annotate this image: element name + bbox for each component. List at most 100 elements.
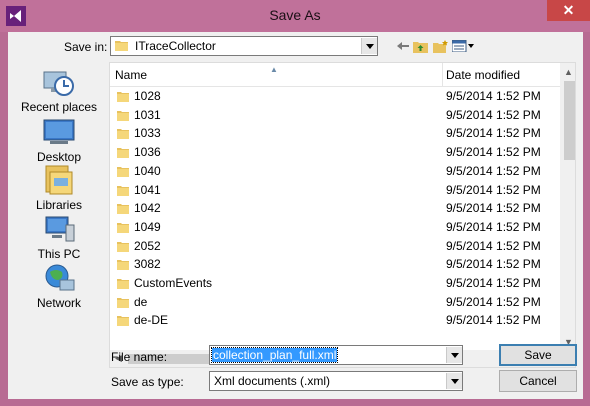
save-button[interactable]: Save [499, 344, 577, 366]
recent-places-icon [43, 71, 74, 96]
file-row[interactable]: 1040 9/5/2014 1:52 PM [110, 162, 560, 181]
column-header-name[interactable]: Name [115, 68, 147, 82]
new-folder-icon[interactable] [432, 38, 448, 54]
folder-icon [117, 260, 129, 271]
dialog-toolbar [396, 38, 476, 54]
file-name: 1041 [134, 182, 161, 197]
file-name: 1036 [134, 145, 161, 160]
folder-icon [117, 222, 129, 233]
view-menu-icon[interactable] [452, 38, 474, 54]
file-name: de [134, 294, 148, 309]
place-label: Recent places [20, 100, 98, 114]
place-network[interactable]: Network [11, 262, 107, 310]
place-this-pc[interactable]: This PC [11, 213, 107, 261]
place-label: Network [36, 296, 81, 310]
title-bar[interactable]: Save As ✕ [0, 0, 590, 32]
folder-icon [117, 185, 129, 196]
close-icon: ✕ [562, 2, 575, 18]
file-row[interactable]: 3082 9/5/2014 1:52 PM [110, 255, 560, 274]
chevron-down-icon [450, 352, 459, 358]
place-recent-places[interactable]: Recent places [11, 66, 107, 114]
file-row[interactable]: 1028 9/5/2014 1:52 PM [110, 87, 560, 106]
file-name: 1040 [134, 163, 161, 178]
file-rows: 1028 9/5/2014 1:52 PM 1031 9/5/2014 1:52 PM… [110, 87, 560, 349]
file-name-label: File name: [111, 350, 168, 364]
save-in-dropdown[interactable]: ITraceCollector [110, 36, 378, 56]
file-row[interactable]: CustomEvents 9/5/2014 1:52 PM [110, 274, 560, 293]
file-name: CustomEvents [134, 276, 213, 290]
network-icon [45, 264, 75, 291]
column-divider[interactable] [442, 63, 443, 87]
save-as-type-dropdown-button[interactable] [446, 373, 462, 389]
file-row[interactable]: 1041 9/5/2014 1:52 PM [110, 181, 560, 200]
file-list[interactable]: ▲ Name Date modified 1028 9/5/2014 1:52 P… [109, 62, 576, 368]
column-header-date-modified[interactable]: Date modified [446, 68, 520, 82]
scroll-up-icon[interactable]: ▲ [560, 63, 575, 80]
file-row[interactable]: 1036 9/5/2014 1:52 PM [110, 143, 560, 162]
file-row[interactable]: 1049 9/5/2014 1:52 PM [110, 218, 560, 237]
column-header: ▲ Name Date modified [110, 63, 560, 87]
folder-icon [117, 166, 129, 177]
scrollbar-thumb[interactable] [564, 81, 575, 160]
sort-ascending-icon: ▲ [270, 65, 278, 74]
place-label: Desktop [36, 150, 82, 164]
file-date-modified: 9/5/2014 1:52 PM [446, 89, 541, 103]
file-date-modified: 9/5/2014 1:52 PM [446, 201, 541, 216]
file-date-modified: 9/5/2014 1:52 PM [446, 238, 541, 253]
cancel-button[interactable]: Cancel [499, 370, 577, 392]
file-row[interactable]: 1033 9/5/2014 1:52 PM [110, 124, 560, 143]
places-bar: Recent places Desktop Libraries This PC … [11, 60, 107, 350]
folder-icon [115, 41, 128, 51]
file-date-modified: 9/5/2014 1:52 PM [446, 107, 541, 122]
file-date-modified: 9/5/2014 1:52 PM [446, 163, 541, 178]
file-name-value[interactable]: collection_plan_full.xml [210, 347, 339, 363]
folder-icon [117, 241, 129, 252]
folder-icon [117, 316, 129, 327]
place-desktop[interactable]: Desktop [11, 116, 107, 164]
vertical-scrollbar[interactable]: ▲ ▼ [560, 63, 575, 350]
file-date-modified: 9/5/2014 1:52 PM [446, 313, 541, 328]
folder-icon [117, 148, 129, 159]
file-date-modified: 9/5/2014 1:52 PM [446, 145, 541, 160]
dialog-body: Save in: ITraceCollector Recent places D… [8, 32, 583, 399]
up-folder-icon[interactable] [412, 38, 428, 54]
chevron-down-icon [450, 378, 459, 384]
folder-icon [117, 297, 129, 308]
back-arrow-icon[interactable] [396, 38, 410, 54]
file-name: de-DE [134, 313, 169, 328]
place-libraries[interactable]: Libraries [11, 164, 107, 212]
folder-icon [117, 204, 129, 215]
file-date-modified: 9/5/2014 1:52 PM [446, 126, 541, 141]
save-as-dialog: Save As ✕ Save in: ITraceCollector Recen… [0, 0, 590, 406]
file-name: 2052 [134, 238, 161, 253]
file-row[interactable]: 1031 9/5/2014 1:52 PM [110, 106, 560, 125]
close-button[interactable]: ✕ [547, 0, 590, 21]
save-as-type-dropdown[interactable]: Xml documents (.xml) [209, 371, 463, 391]
chevron-down-icon [365, 43, 374, 49]
file-name: 1033 [134, 126, 161, 141]
folder-icon [117, 110, 129, 121]
file-name: 1028 [134, 89, 161, 103]
file-name: 1049 [134, 219, 161, 234]
folder-icon [117, 129, 129, 140]
save-in-dropdown-button[interactable] [361, 38, 377, 54]
file-row[interactable]: de-DE 9/5/2014 1:52 PM [110, 311, 560, 330]
folder-icon [117, 279, 129, 289]
file-date-modified: 9/5/2014 1:52 PM [446, 219, 541, 234]
file-name: 1042 [134, 201, 161, 216]
file-name: 3082 [134, 257, 161, 272]
this-pc-icon [45, 216, 75, 242]
file-row[interactable]: 2052 9/5/2014 1:52 PM [110, 237, 560, 256]
file-name: 1031 [134, 107, 161, 122]
window-title: Save As [269, 7, 321, 23]
save-in-value: ITraceCollector [135, 39, 216, 53]
place-label: Libraries [35, 198, 83, 212]
file-name-dropdown-button[interactable] [446, 347, 462, 363]
save-as-type-value: Xml documents (.xml) [214, 374, 331, 388]
file-name-field[interactable]: collection_plan_full.xml [209, 345, 463, 365]
file-row[interactable]: 1042 9/5/2014 1:52 PM [110, 199, 560, 218]
file-row[interactable]: de 9/5/2014 1:52 PM [110, 293, 560, 312]
file-date-modified: 9/5/2014 1:52 PM [446, 294, 541, 309]
place-label: This PC [37, 247, 81, 261]
folder-icon [117, 92, 129, 102]
